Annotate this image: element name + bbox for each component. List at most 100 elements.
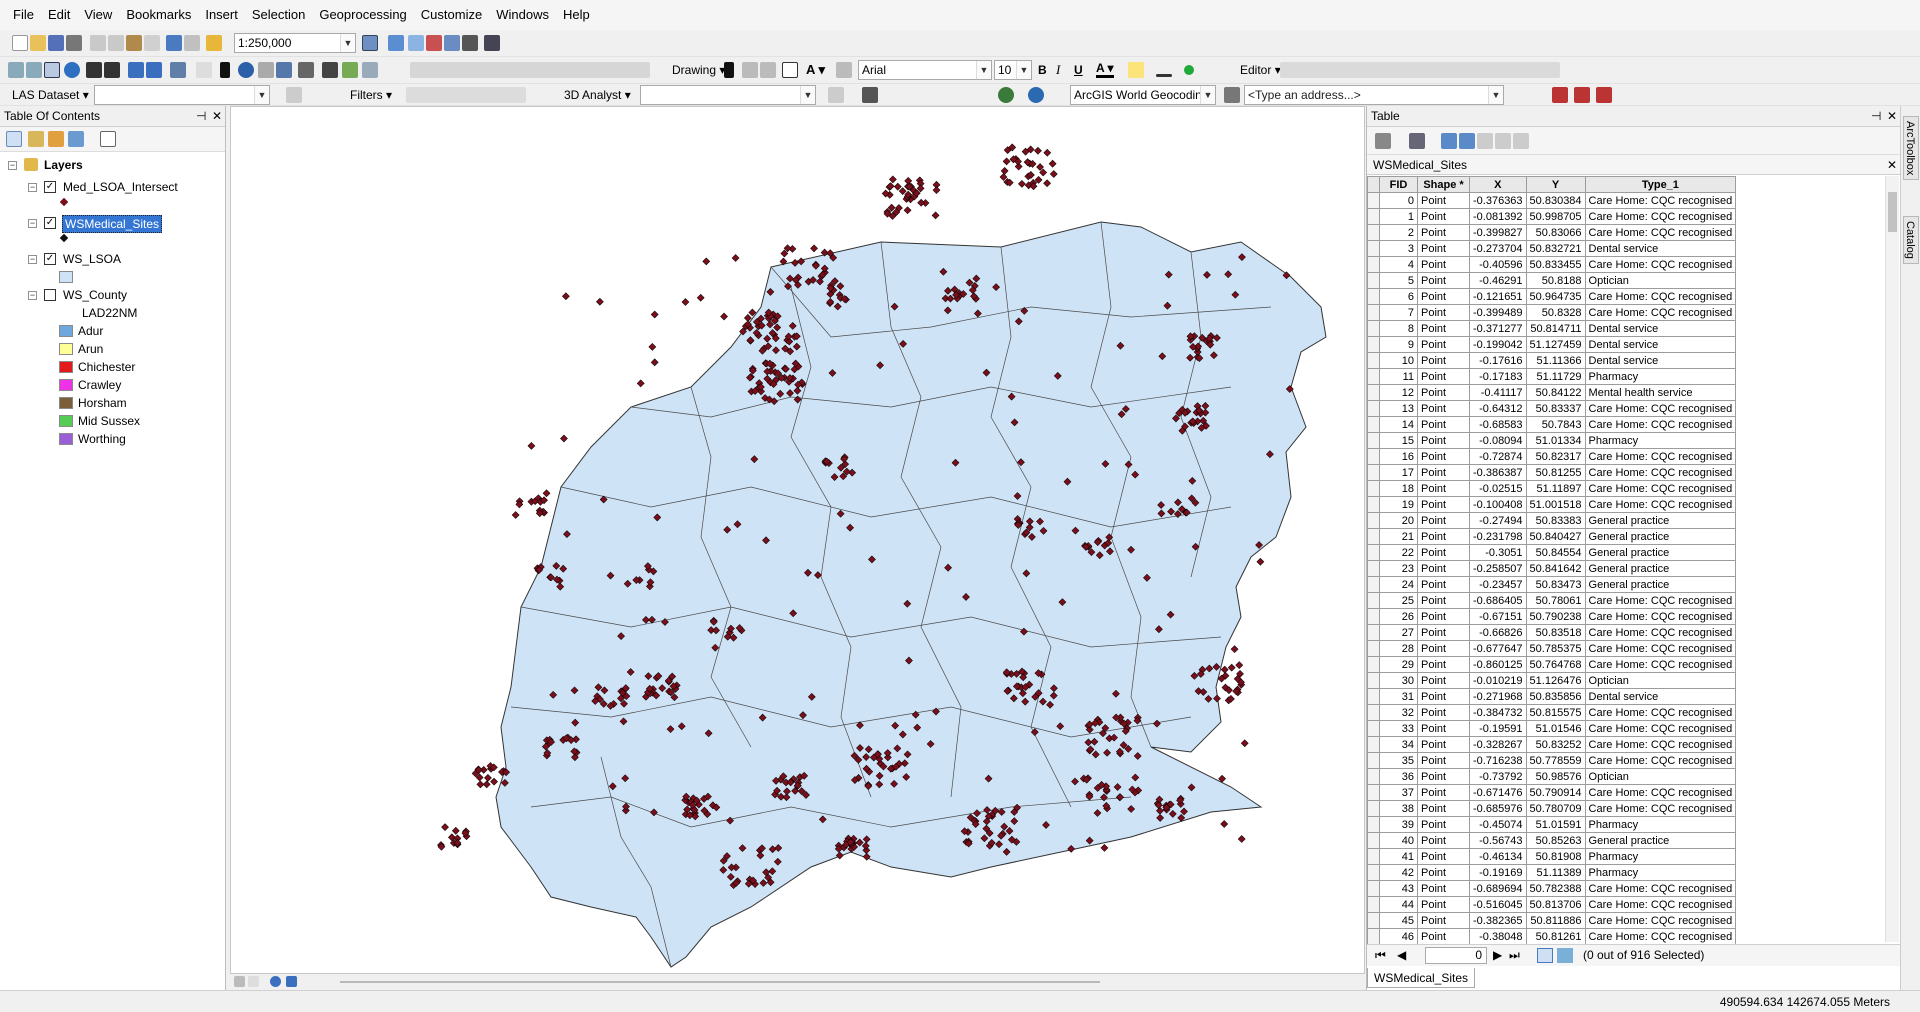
table-row[interactable]: 42 Point -0.19169 51.11389 Pharmacy — [1367, 864, 1737, 881]
medical-site-point[interactable] — [681, 298, 690, 306]
drawing-menu[interactable]: Drawing ▾ — [672, 61, 725, 79]
table-row[interactable]: 28 Point -0.677647 50.785375 Care Home: CQC … — [1367, 640, 1737, 657]
table-cell[interactable]: 40 — [1379, 832, 1418, 849]
menu-geoprocessing[interactable]: Geoprocessing — [312, 0, 413, 30]
table-cell[interactable]: Care Home: CQC recognised — [1584, 304, 1737, 321]
row-selector[interactable] — [1367, 688, 1380, 705]
table-row[interactable]: 43 Point -0.689694 50.782388 Care Home: CQC … — [1367, 880, 1737, 897]
table-cell[interactable]: 43 — [1379, 880, 1418, 897]
save-icon[interactable] — [48, 35, 64, 51]
toc-window-icon[interactable] — [408, 35, 424, 51]
attribute-grid[interactable]: FID Shape * X Y Type_1 0 Point -0.376363 50.830… — [1367, 176, 1787, 945]
globe-icon[interactable] — [998, 87, 1014, 103]
table-cell[interactable]: Point — [1417, 208, 1470, 225]
select-elements-icon-2[interactable] — [724, 62, 734, 78]
row-selector[interactable] — [1367, 304, 1380, 321]
row-selector[interactable] — [1367, 768, 1380, 785]
table-cell[interactable]: 50.83066 — [1525, 224, 1586, 241]
table-cell[interactable]: 51.11366 — [1525, 352, 1586, 369]
table-cell[interactable]: Point — [1417, 704, 1470, 721]
table-options-icon[interactable] — [1375, 133, 1391, 149]
table-cell[interactable]: 50.998705 — [1525, 208, 1586, 225]
row-selector[interactable] — [1367, 800, 1380, 817]
table-cell[interactable]: 44 — [1379, 896, 1418, 913]
table-cell[interactable]: -0.68583 — [1469, 416, 1527, 433]
table-cell[interactable]: 50.81255 — [1525, 464, 1586, 481]
bold-button[interactable]: B — [1038, 61, 1047, 79]
print-icon[interactable] — [66, 35, 82, 51]
close-tab-icon[interactable]: ✕ — [1887, 155, 1897, 175]
marker-color-icon[interactable] — [1184, 65, 1194, 75]
layer-name-wsmedical-selected[interactable]: WSMedical_Sites — [62, 215, 163, 233]
west-sussex-polygon[interactable] — [495, 221, 1327, 968]
table-cell[interactable]: Care Home: CQC recognised — [1584, 896, 1737, 913]
table-cell[interactable]: 50.815575 — [1525, 704, 1586, 721]
table-cell[interactable]: General practice — [1584, 544, 1737, 561]
table-cell[interactable]: Point — [1417, 576, 1470, 593]
table-cell[interactable]: Point — [1417, 864, 1470, 881]
table-cell[interactable]: 31 — [1379, 688, 1418, 705]
table-row[interactable]: 23 Point -0.258507 50.841642 General practic… — [1367, 560, 1737, 577]
table-row[interactable]: 22 Point -0.3051 50.84554 General practice — [1367, 544, 1737, 561]
table-cell[interactable]: Care Home: CQC recognised — [1584, 480, 1737, 497]
table-cell[interactable]: -0.231798 — [1469, 528, 1527, 545]
table-cell[interactable]: 50.8328 — [1525, 304, 1586, 321]
table-cell[interactable]: 50.790914 — [1525, 784, 1586, 801]
menu-bookmarks[interactable]: Bookmarks — [119, 0, 198, 30]
address-input[interactable]: <Type an address...> ▼ — [1244, 85, 1504, 105]
table-cell[interactable]: -0.72874 — [1469, 448, 1527, 465]
table-row[interactable]: 30 Point -0.010219 51.126476 Optician — [1367, 672, 1737, 689]
table-row[interactable]: 26 Point -0.67151 50.790238 Care Home: CQC r… — [1367, 608, 1737, 625]
table-cell[interactable]: Point — [1417, 384, 1470, 401]
table-cell[interactable]: Point — [1417, 480, 1470, 497]
geocode-icon[interactable] — [1028, 87, 1044, 103]
table-cell[interactable]: 13 — [1379, 400, 1418, 417]
row-selector[interactable] — [1367, 656, 1380, 673]
html-popup-icon[interactable] — [276, 62, 292, 78]
layer-checkbox-ws-county[interactable] — [44, 289, 56, 301]
fill-color-icon[interactable] — [1128, 62, 1144, 78]
table-row[interactable]: 10 Point -0.17616 51.11366 Dental service — [1367, 352, 1737, 369]
medical-site-point[interactable] — [527, 441, 536, 450]
medical-site-point[interactable] — [1049, 170, 1058, 178]
table-row[interactable]: 9 Point -0.199042 51.127459 Dental service — [1367, 336, 1737, 353]
table-row[interactable]: 46 Point -0.38048 50.81261 Care Home: CQC re… — [1367, 928, 1737, 945]
record-number-input[interactable]: 0 — [1425, 947, 1487, 964]
table-cell[interactable]: 36 — [1379, 768, 1418, 785]
fixed-zoom-in-icon[interactable] — [86, 62, 102, 78]
layout-view-icon[interactable] — [248, 976, 259, 987]
table-row[interactable]: 29 Point -0.860125 50.764768 Care Home: CQC … — [1367, 656, 1737, 673]
table-cell[interactable]: Point — [1417, 240, 1470, 257]
table-row[interactable]: 5 Point -0.46291 50.8188 Optician — [1367, 272, 1737, 289]
table-row[interactable]: 33 Point -0.19591 51.01546 Care Home: CQC re… — [1367, 720, 1737, 737]
table-cell[interactable]: 2 — [1379, 224, 1418, 241]
table-cell[interactable]: -0.376363 — [1469, 192, 1527, 209]
row-selector[interactable] — [1367, 832, 1380, 849]
table-cell[interactable]: Point — [1417, 304, 1470, 321]
table-row[interactable]: 37 Point -0.671476 50.790914 Care Home: CQC … — [1367, 784, 1737, 801]
row-selector[interactable] — [1367, 192, 1380, 209]
row-selector[interactable] — [1367, 352, 1380, 369]
table-cell[interactable]: -0.399827 — [1469, 224, 1527, 241]
table-cell[interactable]: 33 — [1379, 720, 1418, 737]
row-selector[interactable] — [1367, 592, 1380, 609]
row-selector[interactable] — [1367, 576, 1380, 593]
table-cell[interactable]: 50.81908 — [1525, 848, 1586, 865]
goto-xy-icon[interactable] — [362, 62, 378, 78]
table-cell[interactable]: 50.8188 — [1525, 272, 1586, 289]
las-layer-combo[interactable]: ▼ — [94, 85, 270, 105]
row-selector[interactable] — [1367, 704, 1380, 721]
row-selector[interactable] — [1367, 384, 1380, 401]
medical-site-point[interactable] — [1230, 645, 1239, 654]
next-record-button[interactable]: ▶ — [1493, 948, 1502, 962]
cut-icon[interactable] — [90, 35, 106, 51]
table-row[interactable]: 8 Point -0.371277 50.814711 Dental service — [1367, 320, 1737, 337]
medical-site-point[interactable] — [595, 297, 604, 306]
table-cell[interactable]: Pharmacy — [1584, 848, 1737, 865]
edit-vertices-icon[interactable] — [836, 62, 852, 78]
table-cell[interactable]: 50.7843 — [1525, 416, 1586, 433]
layer-checkbox-med-lsoa[interactable]: ✓ — [44, 181, 56, 193]
table-cell[interactable]: 50.782388 — [1525, 880, 1586, 897]
menu-customize[interactable]: Customize — [414, 0, 489, 30]
table-row[interactable]: 14 Point -0.68583 50.7843 Care Home: CQC rec… — [1367, 416, 1737, 433]
